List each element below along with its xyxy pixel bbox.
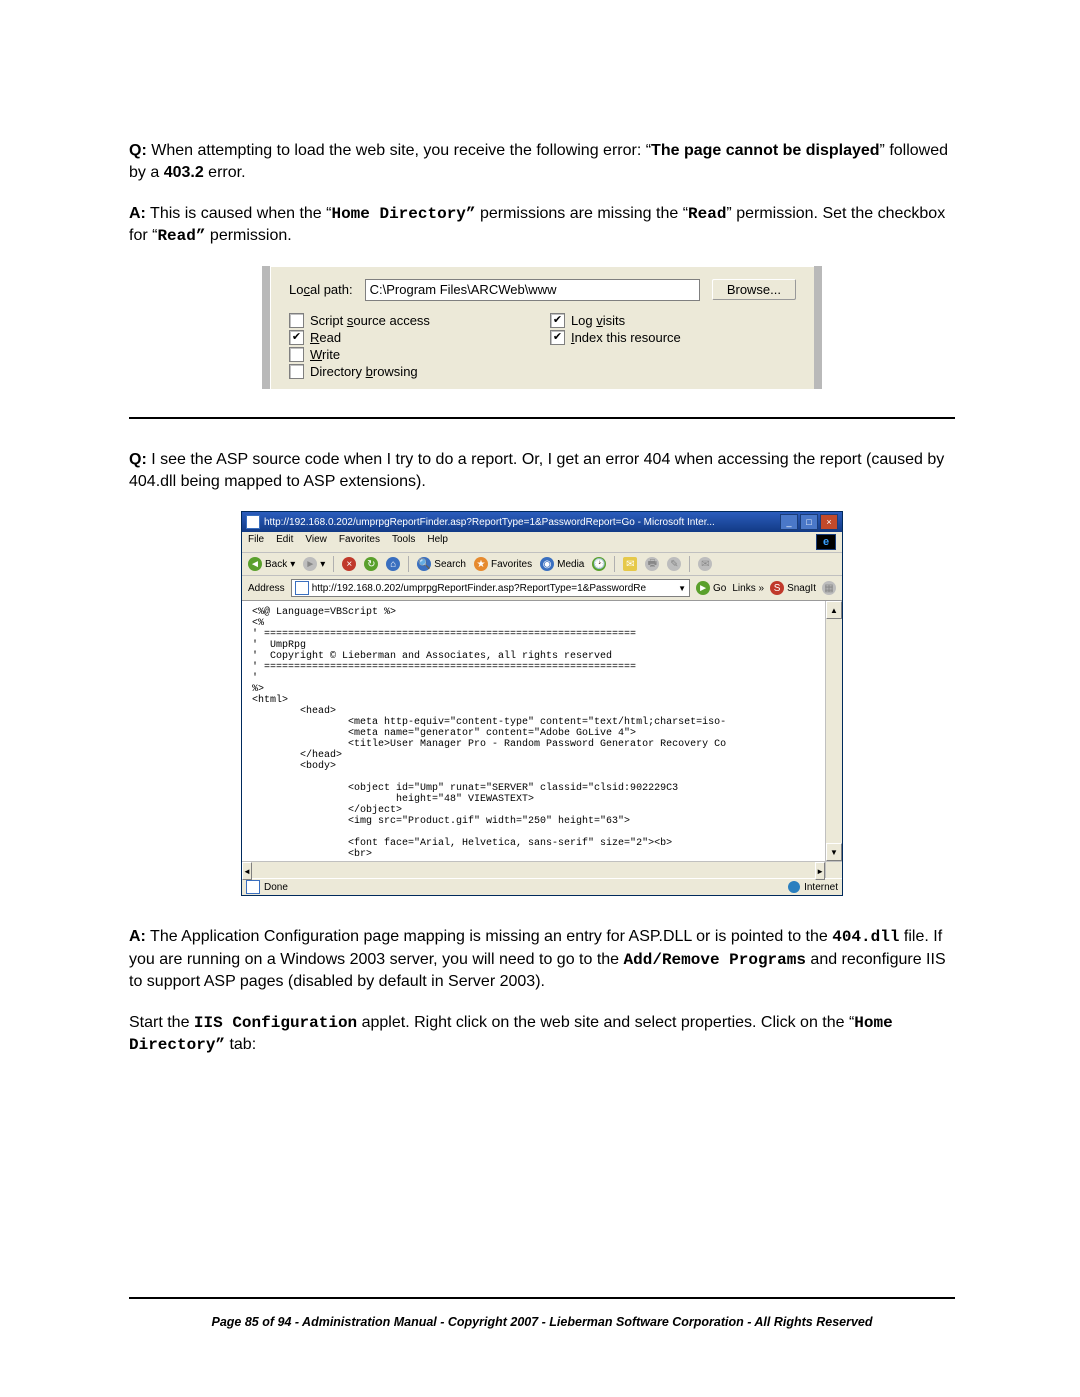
scroll-up-icon[interactable]: ▲ xyxy=(826,601,842,619)
discuss-icon[interactable]: ✉ xyxy=(698,557,712,571)
checkbox-label: Write xyxy=(310,347,340,362)
titlebar: http://192.168.0.202/umprpgReportFinder.… xyxy=(242,512,842,532)
checkbox[interactable] xyxy=(289,364,304,379)
scroll-right-icon[interactable]: ► xyxy=(815,862,825,880)
statusbar: Done Internet xyxy=(242,878,842,895)
footer-divider xyxy=(129,1297,955,1299)
figure-iis-home-directory: Local path: document.currentScript.previ… xyxy=(262,266,822,389)
edit-icon[interactable]: ✎ xyxy=(667,557,681,571)
refresh-icon[interactable]: ↻ xyxy=(364,557,378,571)
local-path-input[interactable] xyxy=(365,279,700,301)
checkbox[interactable] xyxy=(289,313,304,328)
figure-ie-window: http://192.168.0.202/umprpgReportFinder.… xyxy=(241,511,843,896)
minimize-button[interactable]: _ xyxy=(780,514,798,530)
checkbox-col-right: Log visits Index this resource xyxy=(550,311,681,381)
back-button[interactable]: ◄Back ▾ xyxy=(248,557,295,571)
menu-tools[interactable]: Tools xyxy=(392,534,415,550)
forward-button[interactable]: ► ▾ xyxy=(303,557,325,571)
mail-icon[interactable]: ✉ xyxy=(623,557,637,571)
a2b-paragraph: Start the IIS Configuration applet. Righ… xyxy=(129,1012,955,1057)
vertical-scrollbar[interactable]: ▲ ▼ xyxy=(825,601,842,861)
zone-label: Internet xyxy=(804,882,838,893)
a-label: A: xyxy=(129,205,146,222)
menu-help[interactable]: Help xyxy=(427,534,448,550)
checkbox-label: Log visits xyxy=(571,313,625,328)
page-source-content: <%@ Language=VBScript %> <% ' ==========… xyxy=(242,601,825,861)
checkbox-label: Script source access xyxy=(310,313,430,328)
close-button[interactable]: × xyxy=(820,514,838,530)
checkbox-col-left: Script source access Read Write Directory b… xyxy=(289,311,430,381)
home-icon[interactable]: ⌂ xyxy=(386,557,400,571)
maximize-button[interactable]: □ xyxy=(800,514,818,530)
snagit-button[interactable]: SSnagIt xyxy=(770,581,816,595)
scroll-down-icon[interactable]: ▼ xyxy=(826,843,842,861)
snagit-extra-icon[interactable]: ▦ xyxy=(822,581,836,595)
a-label: A: xyxy=(129,928,146,945)
browse-button[interactable]: Browse... xyxy=(712,279,796,300)
q2-paragraph: Q: I see the ASP source code when I try … xyxy=(129,449,955,494)
address-label: Address xyxy=(248,583,285,594)
toolbar: ◄Back ▾ ► ▾ × ↻ ⌂ 🔍Search ★Favorites ◉Me… xyxy=(242,553,842,576)
status-text: Done xyxy=(264,882,288,893)
a1-paragraph: A: This is caused when the “Home Directo… xyxy=(129,203,955,248)
page-icon xyxy=(295,581,309,595)
horizontal-scrollbar[interactable]: ◄ ► xyxy=(242,861,825,878)
favorites-button[interactable]: ★Favorites xyxy=(474,557,532,571)
checkbox[interactable] xyxy=(550,313,565,328)
media-button[interactable]: ◉Media xyxy=(540,557,584,571)
print-icon[interactable]: 🖶 xyxy=(645,557,659,571)
checkbox[interactable] xyxy=(289,330,304,345)
right-gray-bar xyxy=(814,266,822,389)
checkbox-label: Read xyxy=(310,330,341,345)
resize-grip-icon[interactable] xyxy=(825,861,842,878)
history-icon[interactable]: 🕑 xyxy=(592,557,606,571)
a2-paragraph: A: The Application Configuration page ma… xyxy=(129,926,955,993)
checkbox-label: Directory browsing xyxy=(310,364,418,379)
left-gray-bar xyxy=(262,266,270,389)
section-divider xyxy=(129,417,955,419)
menu-favorites[interactable]: Favorites xyxy=(339,534,380,550)
search-button[interactable]: 🔍Search xyxy=(417,557,466,571)
window-title: http://192.168.0.202/umprpgReportFinder.… xyxy=(264,517,776,528)
links-label[interactable]: Links » xyxy=(732,583,764,594)
q-label: Q: xyxy=(129,451,147,468)
q-label: Q: xyxy=(129,142,147,159)
go-button[interactable]: ►Go xyxy=(696,581,726,595)
checkbox-label: Index this resource xyxy=(571,330,681,345)
address-input[interactable]: http://192.168.0.202/umprpgReportFinder.… xyxy=(291,579,690,597)
page-icon xyxy=(246,515,260,529)
done-icon xyxy=(246,880,260,894)
address-dropdown-icon[interactable]: ▼ xyxy=(678,584,686,593)
checkbox[interactable] xyxy=(550,330,565,345)
scroll-left-icon[interactable]: ◄ xyxy=(242,862,252,880)
checkbox[interactable] xyxy=(289,347,304,362)
address-bar: Address http://192.168.0.202/umprpgRepor… xyxy=(242,576,842,601)
menu-view[interactable]: View xyxy=(305,534,327,550)
stop-icon[interactable]: × xyxy=(342,557,356,571)
q1-paragraph: Q: When attempting to load the web site,… xyxy=(129,140,955,185)
local-path-label: Local path: xyxy=(289,282,353,297)
page-footer: Page 85 of 94 - Administration Manual - … xyxy=(129,1315,955,1329)
menubar: File Edit View Favorites Tools Help xyxy=(242,532,842,553)
ie-logo-icon xyxy=(816,534,836,550)
menu-file[interactable]: File xyxy=(248,534,264,550)
menu-edit[interactable]: Edit xyxy=(276,534,293,550)
internet-zone-icon xyxy=(788,881,800,893)
